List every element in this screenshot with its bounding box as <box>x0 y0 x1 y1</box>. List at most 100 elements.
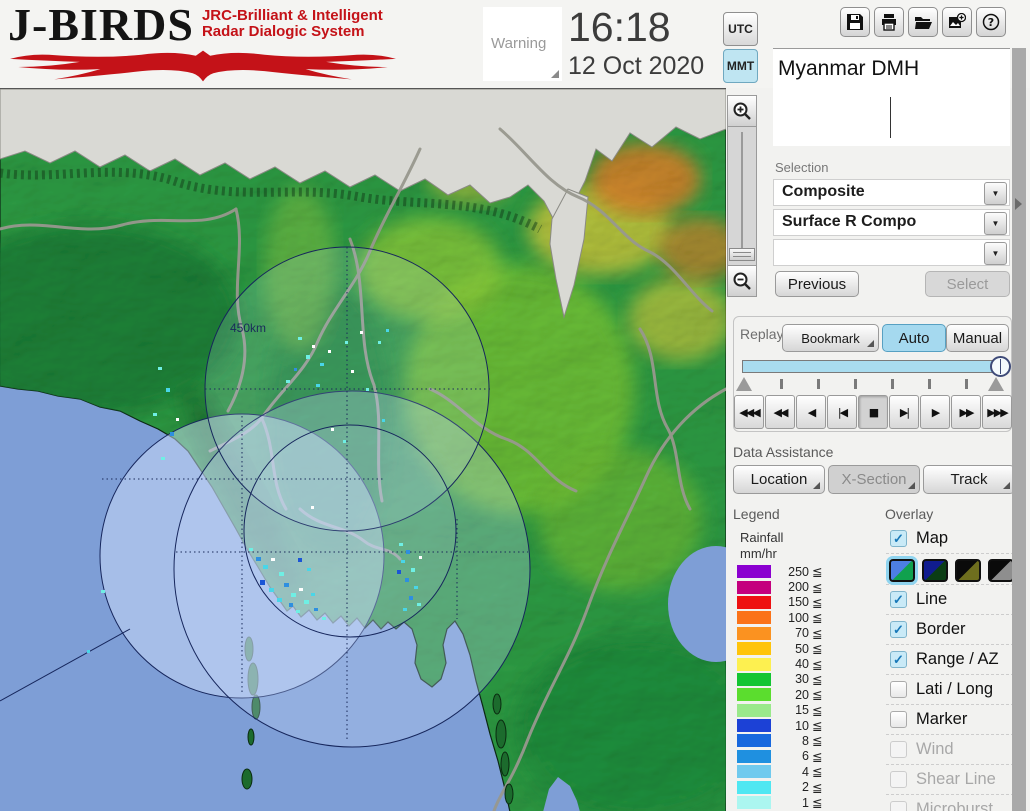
data-assistance-label: Data Assistance <box>733 444 834 460</box>
legend-color-swatch <box>737 657 771 671</box>
jbirds-logo: J-BIRDS JRC-Brilliant & Intelligent Rada… <box>8 2 408 86</box>
legend-operator: ≦ <box>812 657 823 672</box>
checkbox[interactable] <box>890 711 907 728</box>
legend-value: 200 <box>788 580 809 595</box>
replay-timeline-slider[interactable] <box>742 356 1011 377</box>
logo-tagline: JRC-Brilliant & Intelligent Radar Dialog… <box>202 8 383 40</box>
da-button-label: Location <box>750 471 808 488</box>
timeline-tick <box>854 379 857 389</box>
overlay-row-wind: Wind <box>886 735 1014 765</box>
panel-splitter[interactable] <box>1012 48 1026 811</box>
checkbox <box>890 741 907 758</box>
warning-panel[interactable]: Warning <box>483 7 562 81</box>
legend-color-swatch <box>737 796 771 810</box>
legend-row: 70 ≦ <box>737 626 847 641</box>
x-section-button[interactable]: X-Section <box>828 465 920 494</box>
replay-group: Replay Bookmark Auto Manual ◀◀◀ ◀◀ ◀ |◀ ■ ▶| ▶… <box>733 316 1012 432</box>
previous-button[interactable]: Previous <box>775 271 859 297</box>
site-title: Myanmar DMH <box>778 57 920 80</box>
forward-fastest-button[interactable]: ▶▶▶ <box>982 395 1012 429</box>
range-start-marker[interactable] <box>736 377 752 391</box>
map-viewport[interactable]: 450km <box>0 88 764 811</box>
legend-row: 50 ≦ <box>737 641 847 656</box>
range-end-marker[interactable] <box>988 377 1004 391</box>
timeline-tick <box>965 379 968 389</box>
legend-value: 1 <box>802 795 809 810</box>
legend-row: 2 ≦ <box>737 779 847 795</box>
auto-mode-button[interactable]: Auto <box>882 324 946 352</box>
legend-value: 100 <box>788 610 809 625</box>
legend-color-swatch <box>737 580 771 594</box>
select-button[interactable]: Select <box>925 271 1010 297</box>
timeline-tick <box>817 379 820 389</box>
legend-color-swatch <box>737 719 771 733</box>
location-button[interactable]: Location <box>733 465 825 494</box>
stop-button[interactable]: ■ <box>858 395 888 429</box>
overlay-item-label: Marker <box>916 710 968 728</box>
legend-operator: ≦ <box>812 765 823 780</box>
step-forward-button[interactable]: ▶| <box>889 395 919 429</box>
step-back-button[interactable]: |◀ <box>827 395 857 429</box>
replay-label: Replay <box>740 326 784 342</box>
legend-row: 8 ≦ <box>737 733 847 748</box>
track-button[interactable]: Track <box>923 465 1015 494</box>
overlay-item-label: Map <box>916 529 949 547</box>
forward-fast-button[interactable]: ▶▶ <box>951 395 981 429</box>
legend-operator: ≦ <box>812 719 823 734</box>
corner-triangle-icon <box>813 482 820 489</box>
legend-value: 30 <box>795 672 809 687</box>
legend-unit: mm/hr <box>740 546 777 561</box>
category-dropdown[interactable]: Composite ▼ <box>773 179 1010 206</box>
timeline-tick <box>780 379 783 389</box>
overlay-row-border: ✓ Border <box>886 615 1014 645</box>
play-reverse-button[interactable]: ◀ <box>796 395 826 429</box>
jbirds-app: J-BIRDS JRC-Brilliant & Intelligent Rada… <box>0 0 1030 811</box>
site-title-box: Myanmar DMH <box>773 48 1010 146</box>
bookmark-label: Bookmark <box>801 330 860 346</box>
legend-operator: ≦ <box>812 672 823 687</box>
legend-value: 70 <box>795 626 809 641</box>
bookmark-button[interactable]: Bookmark <box>782 324 879 352</box>
legend-operator: ≦ <box>812 611 823 626</box>
range-label: 450km <box>230 321 266 335</box>
chevron-down-icon[interactable]: ▼ <box>984 242 1007 265</box>
product-dropdown[interactable]: Surface R Compo ▼ <box>773 209 1010 236</box>
overlay-row-map: ✓ Map <box>886 524 1014 554</box>
checkbox[interactable] <box>890 681 907 698</box>
map-theme-swatch-4[interactable] <box>988 558 1014 582</box>
checkbox[interactable]: ✓ <box>890 621 907 638</box>
clock-time: 16:18 <box>568 4 671 50</box>
resize-corner-icon[interactable] <box>551 70 559 78</box>
manual-mode-button[interactable]: Manual <box>946 324 1009 352</box>
data-assistance-buttons: Location X-Section Track <box>733 465 1015 494</box>
overlay-row-microburst: Microburst <box>886 795 1014 811</box>
corner-triangle-icon <box>908 482 915 489</box>
checkbox[interactable]: ✓ <box>890 651 907 668</box>
legend-row: 30 ≦ <box>737 672 847 687</box>
rewind-fast-button[interactable]: ◀◀ <box>765 395 795 429</box>
chevron-down-icon[interactable]: ▼ <box>984 182 1007 205</box>
legend-color-swatch <box>737 565 771 579</box>
legend-value: 50 <box>795 641 809 656</box>
map-theme-swatch-3[interactable] <box>955 558 981 582</box>
map-theme-swatch-2[interactable] <box>922 558 948 582</box>
legend-color-swatch <box>737 780 771 794</box>
legend-operator: ≦ <box>812 780 823 795</box>
play-button[interactable]: ▶ <box>920 395 950 429</box>
overlay-row-marker: Marker <box>886 705 1014 735</box>
legend-color-swatch <box>737 595 771 609</box>
legend-value: 20 <box>795 687 809 702</box>
chevron-down-icon[interactable]: ▼ <box>984 212 1007 235</box>
legend-color-swatch <box>737 642 771 656</box>
slider-handle[interactable] <box>990 356 1011 377</box>
overlay-item-label: Wind <box>916 740 954 758</box>
legend-operator: ≦ <box>812 595 823 610</box>
legend-row: 200 ≦ <box>737 579 847 595</box>
control-panel: Myanmar DMH Selection Composite ▼ Surfac… <box>726 0 1030 811</box>
playback-controls: ◀◀◀ ◀◀ ◀ |◀ ■ ▶| ▶ ▶▶ ▶▶▶ <box>734 395 1013 429</box>
rewind-fastest-button[interactable]: ◀◀◀ <box>734 395 764 429</box>
checkbox[interactable]: ✓ <box>890 591 907 608</box>
map-theme-swatch-1[interactable] <box>889 558 915 582</box>
checkbox[interactable]: ✓ <box>890 530 907 547</box>
sub-product-dropdown[interactable]: ▼ <box>773 239 1010 266</box>
